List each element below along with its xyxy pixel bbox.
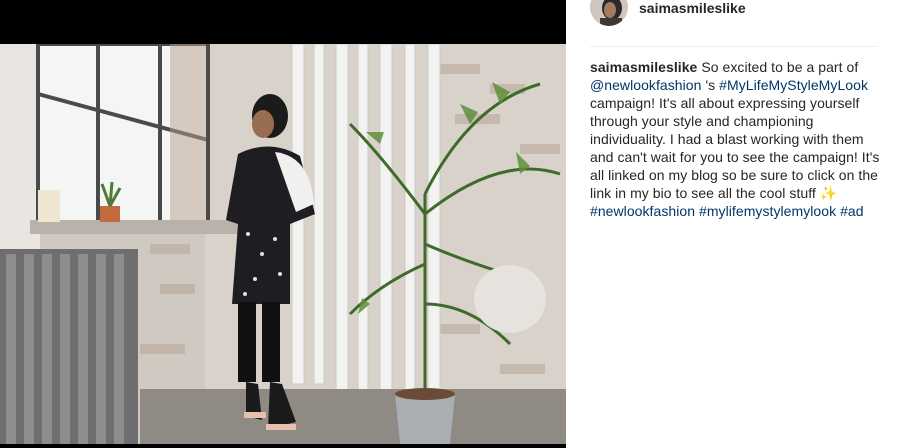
hashtag-link-newlookfashion[interactable]: #newlookfashion (590, 203, 695, 219)
header-username-link[interactable]: saimasmileslike (639, 0, 746, 17)
campaign-hashtag-link[interactable]: #MyLifeMyStyleMyLook (719, 77, 868, 93)
mention-link[interactable]: @newlookfashion (590, 77, 701, 93)
post-photo[interactable] (0, 44, 566, 444)
post-sidebar: saimasmileslike saimasmileslike So excit… (566, 0, 902, 448)
profile-avatar-image[interactable] (590, 0, 628, 26)
caption-mention-suffix: 's (705, 77, 716, 93)
caption-intro-text: So excited to be a part of (701, 59, 859, 75)
hashtag-link-mylifemystylemylook[interactable]: #mylifemystylemylook (699, 203, 836, 219)
post-caption: saimasmileslike So excited to be a part … (590, 58, 882, 220)
sparkles-icon: ✨ (819, 185, 838, 201)
post-media[interactable] (0, 0, 566, 448)
caption-username-link[interactable]: saimasmileslike (590, 59, 697, 75)
post-header: saimasmileslike (590, 0, 878, 47)
hashtag-link-ad[interactable]: #ad (840, 203, 864, 219)
